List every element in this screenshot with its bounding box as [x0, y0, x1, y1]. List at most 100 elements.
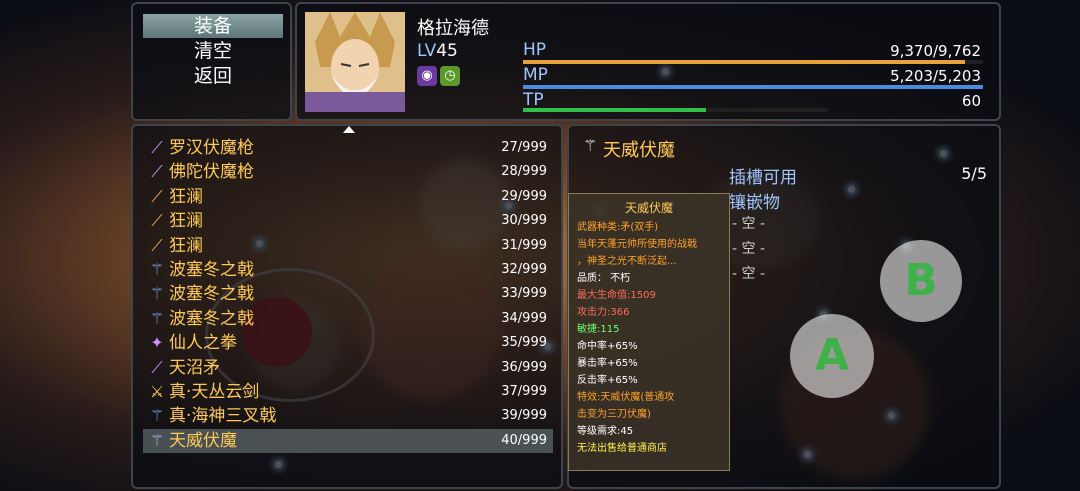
list-item[interactable]: ⟋ 狂澜 31/999 [143, 234, 553, 258]
claw-icon: ✦ [150, 333, 164, 353]
staff-icon: ⟋ [151, 235, 163, 255]
tooltip-line: 无法出售给普通商店 [577, 443, 667, 454]
item-count: 34/999 [501, 310, 547, 326]
item-count: 28/999 [501, 164, 547, 180]
item-count: 27/999 [501, 140, 547, 155]
list-item[interactable]: ⟋ 天沼矛 36/999 [143, 356, 553, 380]
empty-slot[interactable]: - 空 - [732, 238, 765, 258]
list-item[interactable]: ⟋ 佛陀伏魔枪 28/999 [143, 160, 553, 184]
item-name: 真·海神三叉戟 [169, 406, 277, 427]
list-item[interactable]: ⚚ 真·海神三叉戟 39/999 [143, 404, 553, 428]
halberd-icon: ⚚ [149, 430, 165, 450]
item-count: 40/999 [501, 432, 547, 448]
list-item[interactable]: ⟋ 狂澜 29/999 [143, 185, 553, 209]
empty-slot[interactable]: - 空 - [732, 213, 765, 233]
tooltip-line: 最大生命值:1509 [577, 290, 656, 301]
mp-gauge [523, 85, 983, 89]
staff-icon: ⟋ [151, 211, 163, 231]
tooltip-line: 特效:天威伏魔(普通攻 [577, 392, 675, 403]
spear-icon: ⟋ [151, 357, 163, 377]
list-item[interactable]: ⚚ 波塞冬之戟 33/999 [143, 282, 553, 306]
a-button[interactable]: A [790, 314, 874, 398]
tp-value: 60 [961, 92, 981, 110]
list-item[interactable]: ✦ 仙人之拳 35/999 [143, 331, 553, 355]
tooltip-line: 当年天蓬元帅所使用的战戟 [577, 239, 697, 250]
item-name: 狂澜 [169, 211, 203, 232]
item-count: 37/999 [501, 384, 547, 399]
tooltip-line: 命中率+65% [577, 341, 638, 352]
list-item[interactable]: ⟋ 狂澜 30/999 [143, 209, 553, 233]
back-command[interactable]: 返回 [143, 64, 283, 88]
scroll-up-arrow-icon[interactable] [343, 126, 355, 133]
equipment-list[interactable]: ⟋ 罗汉伏魔枪 27/999 ⟋ 佛陀伏魔枪 28/999 ⟋ 狂澜 29/999 ⟋ 狂澜 30/9… [131, 124, 563, 489]
clock-state-icon: ◷ [440, 66, 460, 86]
tooltip-line: ，神圣之光不断泛起... [577, 256, 677, 267]
item-count: 35/999 [501, 335, 547, 351]
spear-icon: ⟋ [151, 138, 163, 157]
spear-icon: ⟋ [151, 162, 163, 182]
clear-command[interactable]: 清空 [143, 39, 283, 63]
slots-label: 插槽可用 [729, 168, 797, 188]
actor-name: 格拉海德 [417, 18, 489, 39]
empty-slot[interactable]: - 空 - [732, 263, 765, 283]
tooltip-line: 击变为三刀伏魔) [577, 409, 651, 420]
hp-value: 9,370/9,762 [890, 42, 981, 60]
gems-label: 镶嵌物 [729, 193, 780, 213]
mp-label: MP [523, 65, 548, 85]
fang-state-icon: ◉ [417, 66, 437, 86]
trident-icon: ⚚ [149, 260, 165, 279]
equip-command[interactable]: 装备 [143, 14, 283, 38]
command-menu: 装备 清空 返回 [131, 2, 292, 121]
item-count: 39/999 [501, 408, 547, 424]
b-button[interactable]: B [880, 240, 962, 322]
item-name: 狂澜 [169, 235, 203, 256]
item-name: 天沼矛 [169, 357, 220, 378]
item-tooltip: 天威伏魔 武器种类:矛(双手) 当年天蓬元帅所使用的战戟 ，神圣之光不断泛起... 品… [568, 193, 730, 471]
slots-count: 5/5 [961, 164, 987, 183]
tooltip-title: 天威伏魔 [624, 201, 673, 215]
hp-gauge [523, 60, 983, 64]
list-item[interactable]: ⚚ 波塞冬之戟 32/999 [143, 258, 553, 282]
list-item[interactable]: ⟋ 罗汉伏魔枪 27/999 [143, 136, 553, 160]
item-count: 30/999 [501, 213, 547, 229]
item-name: 波塞冬之戟 [169, 284, 254, 305]
tooltip-line: 敏捷:115 [577, 324, 620, 335]
tooltip-line: 暴击率+65% [577, 358, 638, 369]
item-count: 29/999 [501, 188, 547, 204]
item-name: 仙人之拳 [169, 333, 237, 354]
trident-icon: ⚚ [149, 284, 165, 304]
item-name: 波塞冬之戟 [169, 308, 254, 329]
item-count: 33/999 [501, 286, 547, 302]
list-item[interactable]: ⚚ 天威伏魔 40/999 [143, 428, 553, 453]
actor-status: 格拉海德 LV45 ◉ ◷ HP 9,370/9,762 MP 5,203/5,… [295, 2, 1001, 121]
hp-label: HP [523, 40, 547, 60]
item-name: 波塞冬之戟 [169, 260, 254, 280]
tooltip-line: 攻击力:366 [577, 307, 630, 318]
item-name: 罗汉伏魔枪 [169, 138, 254, 158]
halberd-icon: ⚚ [583, 136, 598, 155]
level-value: 45 [436, 41, 458, 61]
tooltip-line: 反击率+65% [577, 375, 638, 386]
tooltip-line: 武器种类:矛(双手) [577, 222, 659, 233]
level-prefix: LV [417, 41, 437, 61]
sword-icon: ⚔ [149, 382, 165, 401]
tp-gauge [523, 108, 828, 112]
actor-level: LV45 [417, 41, 458, 61]
item-count: 32/999 [501, 262, 547, 277]
actor-portrait [305, 12, 405, 112]
item-name: 佛陀伏魔枪 [169, 162, 254, 183]
list-item[interactable]: ⚔ 真·天丛云剑 37/999 [143, 380, 553, 404]
tp-label: TP [523, 90, 544, 110]
item-name: 狂澜 [169, 186, 203, 207]
item-count: 36/999 [501, 359, 547, 375]
item-name: 真·天丛云剑 [169, 382, 260, 402]
tooltip-line: 等级需求:45 [577, 426, 634, 437]
tooltip-line: 品质： 不朽 [577, 273, 631, 284]
mp-value: 5,203/5,203 [890, 67, 981, 85]
staff-icon: ⟋ [151, 186, 163, 206]
detail-title: 天威伏魔 [603, 140, 675, 161]
list-item[interactable]: ⚚ 波塞冬之戟 34/999 [143, 307, 553, 331]
item-count: 31/999 [501, 237, 547, 253]
trident-icon: ⚚ [149, 308, 165, 328]
trident-icon: ⚚ [149, 406, 165, 426]
